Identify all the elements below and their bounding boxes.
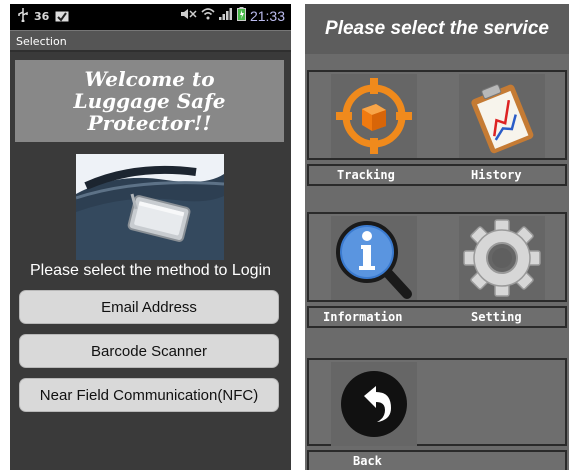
clipboard-chart-icon: [471, 84, 534, 154]
back-label: Back: [353, 454, 382, 468]
caption-row-2: Information Setting: [307, 306, 567, 328]
status-bar: 36 21:33: [10, 4, 291, 30]
service-screen: Please select the service Tracking Histo…: [305, 4, 569, 470]
wifi-icon: [201, 8, 215, 24]
history-label: History: [471, 168, 522, 182]
service-row-2: [307, 212, 567, 302]
clock: 21:33: [249, 8, 285, 24]
notification-badge: 36: [34, 10, 50, 23]
caption-row-1: Tracking History: [307, 164, 567, 186]
signal-icon: [218, 8, 233, 24]
information-label: Information: [323, 310, 403, 324]
information-tile[interactable]: [331, 216, 417, 300]
title-bar: Selection: [10, 30, 291, 52]
nfc-button[interactable]: Near Field Communication(NFC): [19, 378, 279, 412]
service-title: Please select the service: [325, 18, 549, 39]
target-icon: [336, 78, 412, 154]
service-row-3: [307, 358, 567, 446]
mute-icon: [180, 8, 197, 24]
gear-icon: [463, 219, 541, 297]
welcome-text: Welcome to Luggage Safe Protector!!: [73, 67, 226, 135]
login-prompt: Please select the method to Login: [29, 262, 272, 279]
luggage-photo: [76, 154, 224, 260]
welcome-banner: Welcome to Luggage Safe Protector!!: [15, 60, 284, 142]
info-magnifier-icon: [336, 221, 412, 299]
tracking-label: Tracking: [337, 168, 395, 182]
image-icon: [55, 9, 69, 25]
barcode-scanner-button[interactable]: Barcode Scanner: [19, 334, 279, 368]
email-address-button[interactable]: Email Address: [19, 290, 279, 324]
history-tile[interactable]: [459, 74, 545, 158]
page-title: Selection: [16, 35, 67, 48]
setting-tile[interactable]: [459, 216, 545, 300]
battery-icon: [236, 7, 246, 25]
service-title-bar: Please select the service: [305, 4, 569, 54]
setting-label: Setting: [471, 310, 522, 324]
usb-icon: [18, 8, 28, 25]
service-row-1: [307, 70, 567, 160]
back-arrow-icon: [341, 371, 407, 437]
login-screen: 36 21:33 Selection Welcome to Luggage Sa…: [10, 4, 291, 470]
caption-row-3: Back: [307, 450, 567, 470]
back-tile[interactable]: [331, 362, 417, 446]
tracking-tile[interactable]: [331, 74, 417, 158]
